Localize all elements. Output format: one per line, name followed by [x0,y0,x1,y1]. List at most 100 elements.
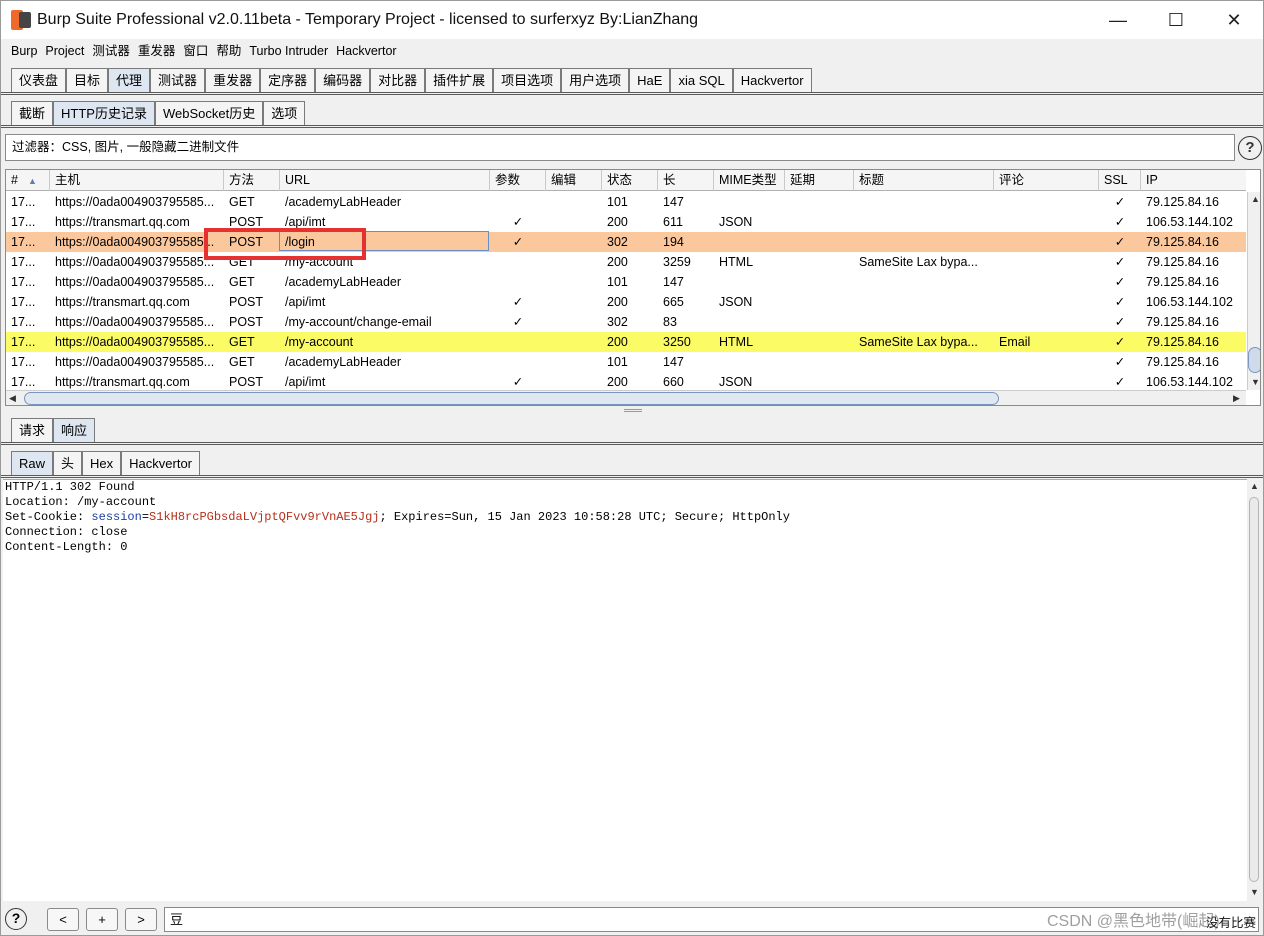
tab-http-history[interactable]: HTTP历史记录 [53,101,155,125]
row-number: 17... [11,375,36,389]
tab-decoder[interactable]: 编码器 [315,68,371,92]
column-header-ssl[interactable]: SSL [1099,170,1141,191]
tab-comparer[interactable]: 对比器 [370,68,426,92]
column-header-title[interactable]: 标题 [854,170,994,191]
minimize-button[interactable]: — [1089,1,1147,39]
maximize-button[interactable]: ☐ [1147,1,1205,39]
table-row[interactable]: 17... https://0ada004903795585... GET/my-a… [6,332,1246,352]
row-status: 200 [607,375,628,389]
tab-target[interactable]: 目标 [66,68,109,92]
scroll-right-icon[interactable]: ▶ [1233,393,1240,404]
search-help-icon[interactable]: ? [5,908,27,930]
tab-user-options[interactable]: 用户选项 [561,68,630,92]
table-row[interactable]: 17... https://0ada004903795585... GET/acad… [6,272,1246,292]
row-status: 302 [607,235,628,249]
table-row[interactable]: 17... https://0ada004903795585... POST/log… [6,232,1246,252]
row-status: 101 [607,355,628,369]
tab-project-options[interactable]: 项目选项 [493,68,562,92]
table-row[interactable]: 17... https://transmart.qq.com POST/api/im… [6,372,1246,392]
tab-dashboard[interactable]: 仪表盘 [11,68,67,92]
row-status: 200 [607,255,628,269]
table-row[interactable]: 17... https://0ada004903795585... POST/my-… [6,312,1246,332]
column-header-method[interactable]: 方法 [224,170,280,191]
row-status: 200 [607,335,628,349]
row-method: POST [229,315,264,329]
row-number: 17... [11,295,36,309]
scroll-down-icon[interactable]: ▼ [1250,887,1259,897]
table-horizontal-scrollbar[interactable]: ◀ ▶ [6,390,1246,405]
row-params [490,252,546,272]
tab-extender[interactable]: 插件扩展 [425,68,494,92]
column-header-edited[interactable]: 编辑 [546,170,602,191]
row-host: https://transmart.qq.com [55,215,190,229]
menu-project[interactable]: Project [41,41,88,61]
close-button[interactable]: ✕ [1205,1,1263,39]
row-method: POST [229,375,264,389]
menu-window[interactable]: 窗口 [179,41,212,61]
filter-bar[interactable]: 过滤器：CSS, 图片, 一般隐藏二进制文件 [5,134,1235,161]
table-horizontal-scroll-thumb[interactable] [24,392,999,405]
tab-websocket-history[interactable]: WebSocket历史 [154,101,264,125]
editor-scroll-thumb[interactable] [1249,497,1259,882]
scroll-down-icon[interactable]: ▼ [1251,377,1260,387]
tab-xia-sql[interactable]: xia SQL [670,68,733,92]
column-header-number[interactable]: # ▲ [6,170,50,191]
row-params: ✓ [512,315,524,329]
response-editor[interactable]: HTTP/1.1 302 Found Location: /my-account… [3,479,1247,901]
editor-vertical-scrollbar[interactable]: ▲ ▼ [1247,479,1261,901]
column-header-mime[interactable]: MIME类型 [714,170,785,191]
row-extension [785,232,854,252]
tab-hackvertor-view[interactable]: Hackvertor [121,451,201,475]
tab-hex[interactable]: Hex [82,451,122,475]
menu-repeater[interactable]: 重发器 [134,41,180,61]
row-ssl: ✓ [1114,255,1126,269]
scroll-up-icon[interactable]: ▲ [1250,481,1259,491]
column-header-params[interactable]: 参数 [490,170,546,191]
table-row[interactable]: 17... https://0ada004903795585... GET/acad… [6,352,1246,372]
tab-proxy-options[interactable]: 选项 [263,101,306,125]
column-header-ip[interactable]: IP [1141,170,1246,191]
table-vertical-scroll-thumb[interactable] [1248,347,1260,373]
row-edited [546,352,602,372]
tab-hackvertor[interactable]: Hackvertor [732,68,812,92]
tab-intercept[interactable]: 截断 [11,101,54,125]
scroll-up-icon[interactable]: ▲ [1251,194,1260,204]
tab-intruder[interactable]: 测试器 [150,68,206,92]
previous-match-button[interactable]: < [47,908,79,931]
view-tab-bar: Raw 头 Hex Hackvertor [1,451,201,475]
row-status: 200 [607,215,628,229]
column-header-host[interactable]: 主机 [50,170,224,191]
row-host: https://0ada004903795585... [55,355,215,369]
column-header-status[interactable]: 状态 [602,170,658,191]
next-match-button[interactable]: > [125,908,157,931]
tab-raw[interactable]: Raw [11,451,54,475]
row-comment [994,272,1099,292]
row-ssl: ✓ [1114,235,1126,249]
table-row[interactable]: 17... https://0ada004903795585... GET/acad… [6,192,1246,212]
table-vertical-scrollbar[interactable]: ▲ ▼ [1247,192,1260,390]
menu-help[interactable]: 帮助 [212,41,245,61]
table-row[interactable]: 17... https://0ada004903795585... GET/my-a… [6,252,1246,272]
menu-hackvertor[interactable]: Hackvertor [332,41,400,61]
tab-repeater[interactable]: 重发器 [205,68,261,92]
column-header-url[interactable]: URL [280,170,490,191]
column-header-comment[interactable]: 评论 [994,170,1099,191]
menu-turbo-intruder[interactable]: Turbo Intruder [245,41,332,61]
help-icon[interactable]: ? [1238,136,1262,160]
column-header-extension[interactable]: 延期 [785,170,854,191]
scroll-left-icon[interactable]: ◀ [9,393,16,404]
tab-hae[interactable]: HaE [629,68,671,92]
tab-request[interactable]: 请求 [11,418,54,442]
tab-headers[interactable]: 头 [53,451,83,475]
table-row[interactable]: 17... https://transmart.qq.com POST/api/im… [6,292,1246,312]
splitter-handle[interactable] [624,409,642,412]
tab-sequencer[interactable]: 定序器 [260,68,316,92]
menu-burp[interactable]: Burp [7,41,41,61]
add-search-button[interactable]: + [86,908,118,931]
tab-proxy[interactable]: 代理 [108,68,151,92]
tab-response[interactable]: 响应 [53,418,96,442]
column-header-length[interactable]: 长 [658,170,714,191]
menu-intruder[interactable]: 测试器 [88,41,134,61]
table-row[interactable]: 17... https://transmart.qq.com POST/api/im… [6,212,1246,232]
row-host: https://0ada004903795585... [55,275,215,289]
